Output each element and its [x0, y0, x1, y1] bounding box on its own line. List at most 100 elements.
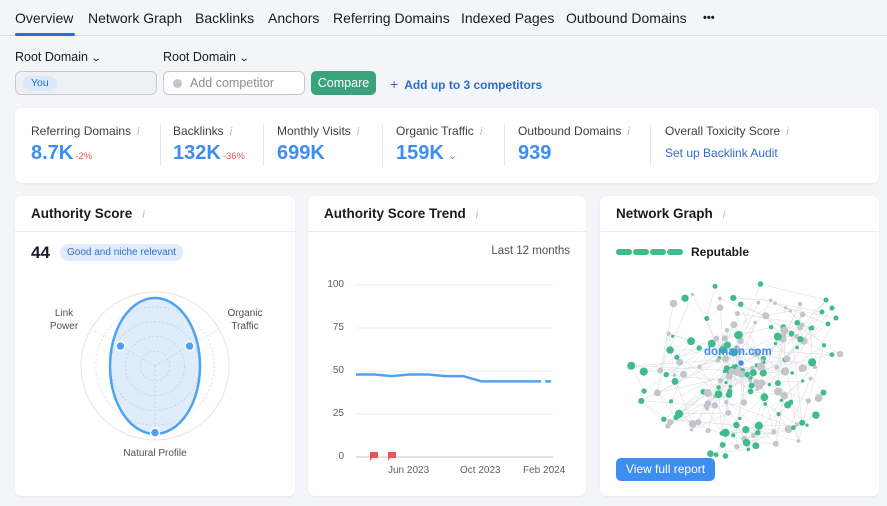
metric-value: 939 — [518, 142, 552, 164]
graph-node-neutral — [750, 365, 755, 370]
metric-outbound-domains[interactable]: Outbound Domains i 939 — [518, 124, 630, 165]
graph-node-reputable — [768, 325, 774, 330]
graph-node-neutral — [704, 400, 712, 407]
graph-node-reputable — [707, 450, 714, 458]
radar-area — [108, 296, 202, 436]
tab-overview[interactable]: Overview — [15, 10, 73, 26]
graph-node-reputable — [713, 452, 719, 458]
info-icon[interactable]: i — [480, 126, 482, 138]
graph-edge — [804, 367, 824, 393]
graph-node-reputable — [724, 380, 728, 385]
your-domain-input[interactable]: You — [15, 71, 157, 95]
tab-indexed-pages[interactable]: Indexed Pages — [461, 10, 554, 26]
metric-label: Outbound Domains — [518, 124, 622, 138]
graph-node-reputable — [733, 421, 740, 429]
metric-label: Organic Traffic — [396, 124, 474, 138]
graph-node-neutral — [676, 359, 684, 366]
graph-node-reputable — [755, 429, 761, 436]
info-icon[interactable]: i — [786, 126, 788, 138]
graph-node-neutral — [805, 398, 811, 404]
root-domain-dropdown-competitor[interactable]: Root Domain ⌄ — [163, 50, 250, 64]
graph-node-neutral — [772, 440, 779, 447]
radar-point-link-power — [115, 340, 126, 352]
metric-delta: -36% — [222, 151, 245, 162]
radar-label-natural-profile: Natural Profile — [123, 448, 187, 459]
graph-node-neutral — [836, 350, 844, 358]
graph-node-reputable — [738, 416, 742, 421]
graph-node-center — [738, 360, 744, 366]
tab-anchors[interactable]: Anchors — [268, 10, 319, 26]
graph-node-reputable — [731, 364, 737, 369]
tab-backlinks[interactable]: Backlinks — [195, 10, 254, 26]
metric-backlinks[interactable]: Backlinks i 132K -36% — [173, 124, 245, 165]
graph-node-reputable — [742, 426, 750, 434]
metric-toxicity-score: Overall Toxicity Score i Set up Backlink … — [665, 124, 789, 160]
radar-label-text: Link Power — [49, 308, 79, 332]
graph-node-neutral — [725, 410, 732, 416]
authority-score-panel: Authority Score i 44 Good and niche relev… — [15, 196, 295, 496]
radar-point-organic-traffic — [184, 340, 195, 352]
graph-node-neutral — [666, 331, 671, 336]
graph-node-neutral — [705, 428, 711, 434]
graph-node-neutral — [756, 362, 766, 371]
graph-node-reputable — [833, 315, 839, 321]
graph-node-reputable — [712, 283, 718, 289]
graph-node-neutral — [771, 429, 777, 435]
info-icon[interactable]: i — [230, 126, 232, 138]
tab-referring-domains[interactable]: Referring Domains — [333, 10, 450, 26]
graph-node-reputable — [731, 433, 736, 438]
more-tabs-icon[interactable]: ••• — [703, 12, 715, 24]
tab-outbound-domains[interactable]: Outbound Domains — [566, 10, 687, 26]
divider — [263, 124, 264, 166]
graph-node-reputable — [754, 421, 763, 430]
metric-monthly-visits[interactable]: Monthly Visits i 699K — [277, 124, 359, 165]
metric-organic-traffic[interactable]: Organic Traffic i 159K ⌄ — [396, 124, 482, 165]
chevron-down-icon[interactable]: ⌄ — [448, 150, 457, 162]
graph-node-reputable — [744, 371, 750, 378]
graph-node-reputable — [687, 337, 696, 346]
graph-node-neutral — [753, 320, 757, 325]
graph-node-neutral — [797, 301, 803, 307]
graph-node-reputable — [773, 332, 782, 341]
graph-node-neutral — [713, 335, 720, 342]
metric-value: 159K — [396, 142, 444, 164]
setup-backlink-audit-link[interactable]: Set up Backlink Audit — [665, 146, 789, 160]
root-domain-dropdown-you[interactable]: Root Domain ⌄ — [15, 50, 102, 64]
info-icon[interactable]: i — [357, 126, 359, 138]
metric-referring-domains[interactable]: Referring Domains i 8.7K -2% — [31, 124, 140, 165]
graph-node-reputable — [788, 330, 795, 337]
graph-node-reputable — [671, 377, 679, 385]
graph-node-reputable — [808, 358, 817, 367]
graph-node-neutral — [672, 373, 677, 378]
graph-node-reputable — [673, 414, 679, 421]
graph-edge — [758, 424, 808, 426]
graph-node-neutral — [733, 368, 741, 376]
dropdown-label: Root Domain — [163, 50, 236, 64]
tab-network-graph[interactable]: Network Graph — [88, 10, 182, 26]
view-full-report-button[interactable]: View full report — [616, 458, 715, 481]
competitor-input[interactable]: Add competitor — [163, 71, 305, 95]
graph-node-neutral — [740, 399, 748, 406]
graph-node-reputable — [773, 341, 778, 346]
graph-node-reputable — [795, 345, 799, 350]
graph-node-reputable — [742, 438, 751, 447]
graph-node-neutral — [653, 389, 661, 397]
metric-delta: -2% — [75, 151, 93, 162]
graph-node-reputable — [767, 382, 772, 387]
compare-button[interactable]: Compare — [311, 71, 376, 95]
graph-node-neutral — [814, 394, 823, 403]
you-badge: You — [23, 76, 57, 91]
graph-node-reputable — [809, 325, 815, 331]
graph-node-neutral — [669, 299, 678, 308]
graph-node-neutral — [798, 364, 807, 373]
info-icon[interactable]: i — [137, 126, 139, 138]
divider — [382, 124, 383, 166]
graph-node-neutral — [695, 418, 702, 426]
graph-node-reputable — [757, 281, 764, 287]
graph-node-neutral — [730, 321, 738, 329]
info-icon[interactable]: i — [627, 126, 629, 138]
divider — [504, 124, 505, 166]
graph-node-neutral — [734, 443, 740, 450]
add-competitors-link[interactable]: + Add up to 3 competitors — [390, 76, 542, 92]
chevron-down-icon: ⌄ — [90, 53, 102, 64]
